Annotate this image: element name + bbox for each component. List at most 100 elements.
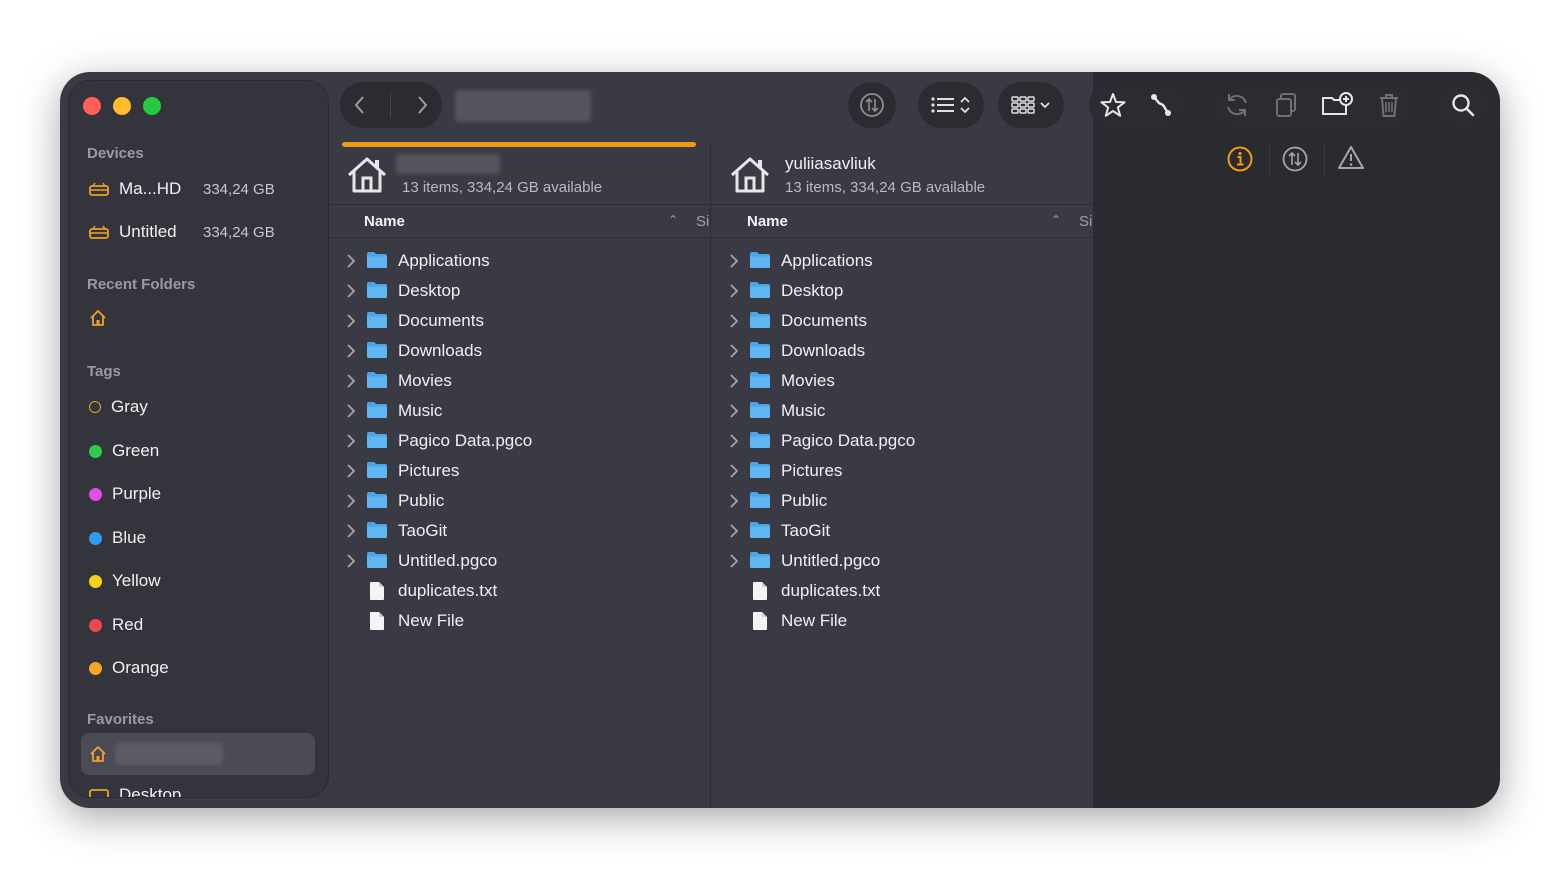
- file-row[interactable]: Music: [328, 396, 710, 426]
- disclosure-chevron-icon[interactable]: [346, 343, 356, 359]
- path-field-redacted[interactable]: [455, 90, 591, 122]
- size-column-header[interactable]: Si: [1079, 213, 1092, 230]
- recent-folder-home[interactable]: [89, 309, 107, 327]
- file-row[interactable]: Downloads: [711, 336, 1093, 366]
- tag-label: Purple: [112, 484, 162, 503]
- sidebar-tag-yellow[interactable]: Yellow: [89, 568, 161, 594]
- sidebar-device-machd[interactable]: Ma...HD 334,24 GB: [89, 174, 319, 204]
- disclosure-chevron-icon[interactable]: [729, 493, 739, 509]
- file-row[interactable]: TaoGit: [711, 516, 1093, 546]
- tag-color-dot: [89, 487, 102, 501]
- location-summary: 13 items, 334,24 GB available: [402, 179, 603, 196]
- list-view-button[interactable]: [918, 82, 984, 128]
- file-name: Documents: [781, 311, 867, 330]
- file-row[interactable]: Downloads: [328, 336, 710, 366]
- file-row[interactable]: Documents: [328, 306, 710, 336]
- sidebar-tag-green[interactable]: Green: [89, 438, 159, 464]
- disclosure-chevron-icon[interactable]: [729, 343, 739, 359]
- sidebar-favorite-home-selected[interactable]: [81, 733, 315, 775]
- disclosure-chevron-icon[interactable]: [729, 283, 739, 299]
- disclosure-chevron-icon[interactable]: [346, 403, 356, 419]
- disclosure-chevron-icon[interactable]: [729, 253, 739, 269]
- trash-icon[interactable]: [1375, 91, 1403, 119]
- sync-icon: [860, 93, 884, 117]
- sidebar-device-untitled[interactable]: Untitled 334,24 GB: [89, 217, 319, 247]
- disclosure-chevron-icon[interactable]: [346, 493, 356, 509]
- file-name: Music: [398, 401, 443, 420]
- file-name: Untitled.pgco: [781, 551, 881, 570]
- file-row[interactable]: Movies: [711, 366, 1093, 396]
- disclosure-chevron-icon[interactable]: [729, 313, 739, 329]
- file-row[interactable]: Applications: [711, 246, 1093, 276]
- grid-view-button[interactable]: [998, 82, 1064, 128]
- disclosure-chevron-icon[interactable]: [729, 523, 739, 539]
- file-row[interactable]: Pictures: [328, 456, 710, 486]
- inspector-tab-divider: [1324, 142, 1325, 176]
- chevron-left-icon[interactable]: [350, 93, 370, 117]
- sidebar-favorite-desktop[interactable]: Desktop: [89, 785, 181, 797]
- info-icon[interactable]: [1226, 145, 1254, 173]
- disclosure-chevron-icon[interactable]: [729, 373, 739, 389]
- connect-icon[interactable]: [1147, 91, 1175, 119]
- file-row[interactable]: Movies: [328, 366, 710, 396]
- file-name: Public: [781, 491, 828, 510]
- sidebar-tag-gray[interactable]: Gray: [89, 394, 148, 420]
- column-header: Name ⌃ Si: [711, 204, 1093, 238]
- file-row[interactable]: New File: [711, 606, 1093, 636]
- file-row[interactable]: Documents: [711, 306, 1093, 336]
- disclosure-chevron-icon[interactable]: [346, 373, 356, 389]
- disclosure-chevron-icon[interactable]: [346, 283, 356, 299]
- minimize-window-button[interactable]: [113, 97, 131, 115]
- sync-icon[interactable]: [1281, 145, 1309, 173]
- size-column-header[interactable]: Si: [696, 213, 709, 230]
- disclosure-chevron-icon[interactable]: [346, 253, 356, 269]
- sidebar-tag-purple[interactable]: Purple: [89, 481, 161, 507]
- disclosure-chevron-icon[interactable]: [729, 463, 739, 479]
- chevron-right-icon[interactable]: [412, 93, 432, 117]
- sync-button[interactable]: [848, 82, 896, 128]
- disclosure-chevron-icon[interactable]: [346, 313, 356, 329]
- sidebar-tag-blue[interactable]: Blue: [89, 525, 146, 551]
- file-name: Applications: [398, 251, 490, 270]
- file-row[interactable]: Desktop: [711, 276, 1093, 306]
- file-row[interactable]: New File: [328, 606, 710, 636]
- star-icon[interactable]: [1099, 91, 1127, 119]
- disclosure-chevron-icon[interactable]: [729, 433, 739, 449]
- disclosure-chevron-icon[interactable]: [729, 403, 739, 419]
- file-row[interactable]: Untitled.pgco: [328, 546, 710, 576]
- file-row[interactable]: duplicates.txt: [711, 576, 1093, 606]
- disclosure-chevron-icon[interactable]: [346, 523, 356, 539]
- file-row[interactable]: Desktop: [328, 276, 710, 306]
- zoom-window-button[interactable]: [143, 97, 161, 115]
- name-column-header[interactable]: Name: [747, 213, 788, 230]
- sort-ascending-icon[interactable]: ⌃: [668, 213, 678, 227]
- disclosure-chevron-icon[interactable]: [346, 553, 356, 569]
- close-window-button[interactable]: [83, 97, 101, 115]
- copy-icon[interactable]: [1272, 91, 1300, 119]
- file-row[interactable]: Pagico Data.pgco: [711, 426, 1093, 456]
- list-view-icon: [931, 96, 970, 114]
- file-row[interactable]: Pagico Data.pgco: [328, 426, 710, 456]
- file-row[interactable]: Music: [711, 396, 1093, 426]
- file-row[interactable]: TaoGit: [328, 516, 710, 546]
- file-row[interactable]: duplicates.txt: [328, 576, 710, 606]
- warning-icon[interactable]: [1337, 144, 1365, 172]
- sidebar-tag-orange[interactable]: Orange: [89, 655, 169, 681]
- sort-ascending-icon[interactable]: ⌃: [1051, 213, 1061, 227]
- folder-icon: [750, 372, 770, 388]
- file-row[interactable]: Untitled.pgco: [711, 546, 1093, 576]
- sidebar-tag-red[interactable]: Red: [89, 612, 143, 638]
- file-name: TaoGit: [398, 521, 448, 540]
- file-row[interactable]: Pictures: [711, 456, 1093, 486]
- refresh-icon[interactable]: [1223, 91, 1251, 119]
- file-row[interactable]: Public: [328, 486, 710, 516]
- new-folder-icon[interactable]: [1320, 91, 1354, 119]
- search-button[interactable]: [1438, 82, 1488, 128]
- file-row[interactable]: Public: [711, 486, 1093, 516]
- disclosure-chevron-icon[interactable]: [346, 463, 356, 479]
- file-row[interactable]: Applications: [328, 246, 710, 276]
- disclosure-chevron-icon[interactable]: [729, 553, 739, 569]
- folder-icon: [367, 492, 387, 508]
- disclosure-chevron-icon[interactable]: [346, 433, 356, 449]
- name-column-header[interactable]: Name: [364, 213, 405, 230]
